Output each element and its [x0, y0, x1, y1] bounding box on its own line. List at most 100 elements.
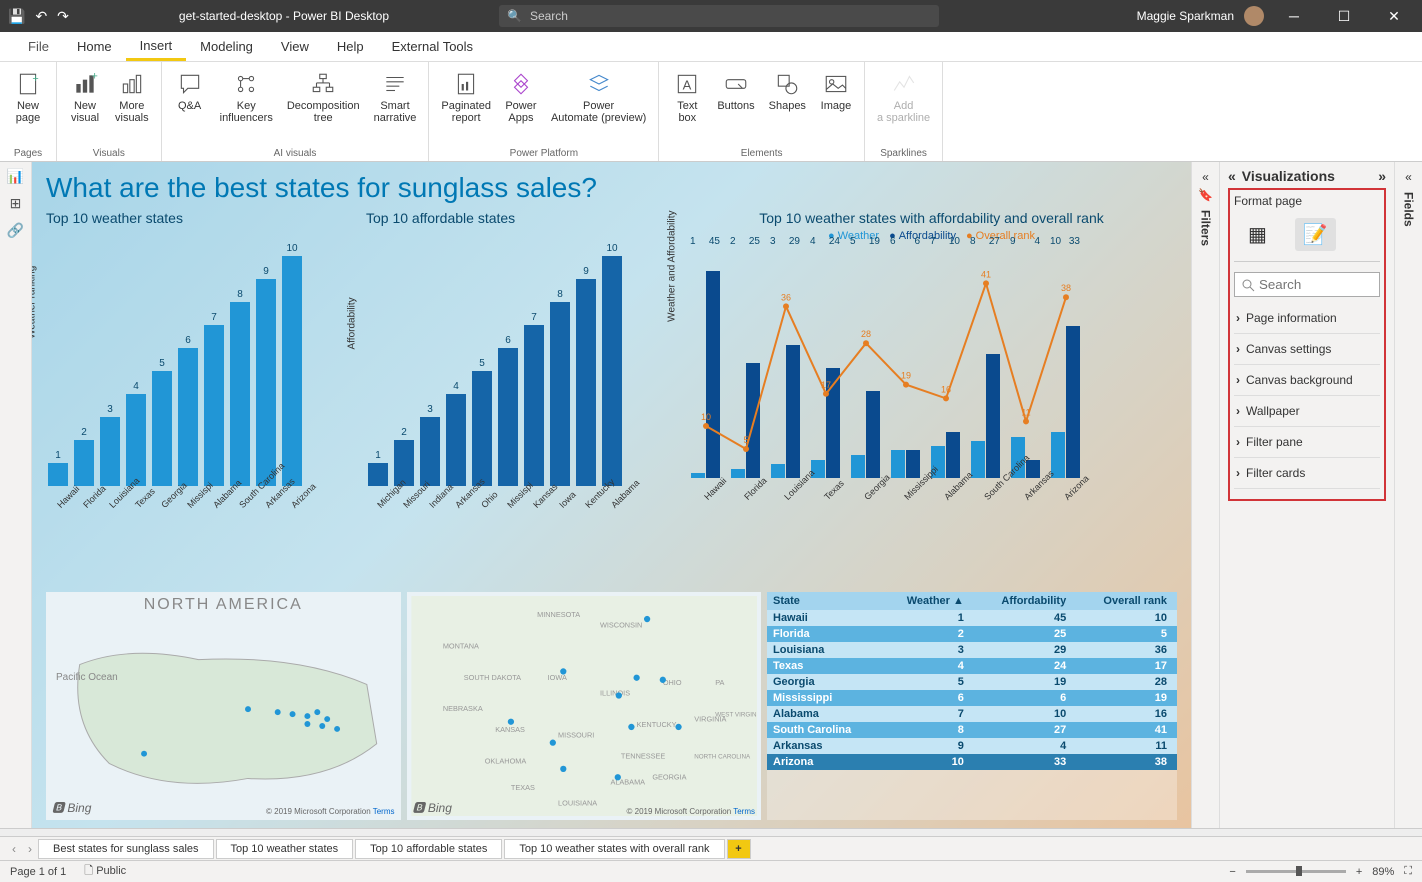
page-tab-0[interactable]: Best states for sunglass sales — [38, 839, 214, 859]
format-section-page-information[interactable]: Page information — [1234, 303, 1380, 334]
map-north-america[interactable]: NORTH AMERICA Pacific Ocean 🅱 Bing © 201… — [46, 592, 401, 820]
svg-text:NEBRASKA: NEBRASKA — [442, 704, 482, 713]
close-button[interactable]: ✕ — [1374, 8, 1414, 25]
menu-file[interactable]: File — [14, 32, 63, 61]
svg-text:TENNESSEE: TENNESSEE — [620, 751, 664, 760]
build-visual-icon[interactable]: ▦ — [1240, 218, 1275, 251]
th-overall-rank[interactable]: Overall rank — [1076, 592, 1177, 610]
fields-pane[interactable]: « Fields — [1394, 162, 1422, 828]
svg-text:WEST VIRGINIA: WEST VIRGINIA — [715, 711, 757, 718]
fields-collapse-icon[interactable]: « — [1405, 170, 1412, 184]
page-title: What are the best states for sunglass sa… — [46, 172, 1177, 204]
table-row[interactable]: South Carolina82741 — [767, 722, 1177, 738]
svg-text:KENTUCKY: KENTUCKY — [636, 720, 676, 729]
table-row[interactable]: Georgia51928 — [767, 674, 1177, 690]
menu-help[interactable]: Help — [323, 32, 378, 61]
collapse-icon[interactable]: « — [1202, 170, 1209, 184]
table-row[interactable]: Louisiana32936 — [767, 642, 1177, 658]
ribbon-add-a-sparkline: Adda sparkline — [871, 66, 936, 146]
ribbon-power-automate-preview-[interactable]: PowerAutomate (preview) — [545, 66, 652, 146]
ribbon-new-page[interactable]: +Newpage — [6, 66, 50, 146]
page-tab-3[interactable]: Top 10 weather states with overall rank — [504, 839, 724, 859]
map-us-states[interactable]: MONTANAMINNESOTAWISCONSINSOUTH DAKOTANEB… — [407, 592, 762, 820]
ribbon-more-visuals[interactable]: Morevisuals — [109, 66, 155, 146]
format-section-filter-cards[interactable]: Filter cards — [1234, 458, 1380, 489]
tab-next-icon[interactable]: › — [22, 842, 38, 856]
table-row[interactable]: Alabama71016 — [767, 706, 1177, 722]
th-weather[interactable]: Weather ▲ — [881, 592, 974, 610]
viz-expand-icon[interactable]: » — [1378, 168, 1386, 184]
chart-top10-weather[interactable]: Top 10 weather states Weather ranking 1H… — [46, 210, 346, 590]
table-row[interactable]: Hawaii14510 — [767, 610, 1177, 626]
svg-text:MISSOURI: MISSOURI — [558, 730, 594, 739]
menu-insert[interactable]: Insert — [126, 32, 187, 61]
data-view-icon[interactable]: ⊞ — [10, 195, 22, 212]
format-search-input[interactable] — [1234, 272, 1380, 297]
table-row[interactable]: Mississippi6619 — [767, 690, 1177, 706]
ribbon-power-apps[interactable]: PowerApps — [499, 66, 543, 146]
zoom-in-button[interactable]: + — [1356, 866, 1362, 878]
format-section-canvas-settings[interactable]: Canvas settings — [1234, 334, 1380, 365]
ribbon-q-a[interactable]: Q&A — [168, 66, 212, 146]
format-section-filter-pane[interactable]: Filter pane — [1234, 427, 1380, 458]
combo-bar-mississippi: 66Mississippi — [886, 236, 924, 502]
save-icon[interactable]: 💾 — [8, 8, 25, 25]
table-row[interactable]: Arkansas9411 — [767, 738, 1177, 754]
menu-external-tools[interactable]: External Tools — [378, 32, 487, 61]
report-canvas[interactable]: What are the best states for sunglass sa… — [32, 162, 1191, 828]
chart-top10-affordable[interactable]: Top 10 affordable states Affordability 1… — [366, 210, 666, 590]
table-row[interactable]: Texas42417 — [767, 658, 1177, 674]
viz-title: Visualizations — [1242, 168, 1378, 184]
main-area: 📊 ⊞ 🔗 What are the best states for sungl… — [0, 162, 1422, 828]
combo-bar-louisiana: 329Louisiana — [766, 236, 804, 502]
svg-text:LOUISIANA: LOUISIANA — [558, 799, 597, 808]
viz-collapse-icon[interactable]: « — [1228, 168, 1236, 184]
filters-pane[interactable]: « 🔖 Filters — [1191, 162, 1219, 828]
ribbon-image[interactable]: Image — [814, 66, 858, 146]
ribbon-paginated-report[interactable]: Paginatedreport — [435, 66, 497, 146]
format-section-wallpaper[interactable]: Wallpaper — [1234, 396, 1380, 427]
ribbon-text-box[interactable]: ATextbox — [665, 66, 709, 146]
fit-page-icon[interactable]: ⛶ — [1404, 865, 1412, 878]
add-page-button[interactable]: + — [727, 839, 751, 859]
format-section-canvas-background[interactable]: Canvas background — [1234, 365, 1380, 396]
th-affordability[interactable]: Affordability — [974, 592, 1076, 610]
table-row[interactable]: Florida2255 — [767, 626, 1177, 642]
model-view-icon[interactable]: 🔗 — [7, 222, 24, 239]
zoom-slider[interactable] — [1246, 870, 1346, 873]
bing-logo: 🅱 Bing — [52, 799, 91, 816]
page-tab-1[interactable]: Top 10 weather states — [216, 839, 354, 859]
report-view-icon[interactable]: 📊 — [7, 168, 24, 185]
ribbon-smart-narrative[interactable]: Smartnarrative — [368, 66, 423, 146]
data-table[interactable]: StateWeather ▲AffordabilityOverall rankH… — [767, 592, 1177, 820]
table-row[interactable]: Arizona103338 — [767, 754, 1177, 770]
zoom-out-button[interactable]: − — [1229, 866, 1235, 878]
ribbon-new-visual[interactable]: +Newvisual — [63, 66, 107, 146]
undo-icon[interactable]: ↶ — [35, 8, 47, 25]
combo-bar-texas: 424Texas — [806, 236, 844, 502]
menu-view[interactable]: View — [267, 32, 323, 61]
svg-text:KANSAS: KANSAS — [495, 725, 525, 734]
combo-bar-arizona: 1033Arizona — [1046, 236, 1084, 502]
ribbon: +NewpagePages+NewvisualMorevisualsVisual… — [0, 62, 1422, 162]
menu-home[interactable]: Home — [63, 32, 126, 61]
ribbon-shapes[interactable]: Shapes — [763, 66, 812, 146]
bar-georgia: 5Georgia — [150, 358, 174, 510]
minimize-button[interactable]: ─ — [1274, 8, 1314, 24]
avatar[interactable] — [1244, 6, 1264, 26]
page-tab-2[interactable]: Top 10 affordable states — [355, 839, 502, 859]
bar-florida: 2Florida — [72, 427, 96, 510]
ribbon-key-influencers[interactable]: Keyinfluencers — [214, 66, 279, 146]
tab-prev-icon[interactable]: ‹ — [6, 842, 22, 856]
ribbon-decomposition-tree[interactable]: Decompositiontree — [281, 66, 366, 146]
chart-combo[interactable]: Top 10 weather states with affordability… — [686, 210, 1177, 590]
search-box[interactable]: 🔍 Search — [499, 5, 939, 27]
th-state[interactable]: State — [767, 592, 881, 610]
ribbon-buttons[interactable]: Buttons — [711, 66, 760, 146]
format-page-icon[interactable]: 📝 — [1295, 218, 1336, 251]
redo-icon[interactable]: ↷ — [57, 8, 69, 25]
bar-alabama: 10Alabama — [600, 243, 624, 510]
page-tabs: ‹ › Best states for sunglass salesTop 10… — [0, 836, 1422, 860]
maximize-button[interactable]: ☐ — [1324, 8, 1364, 25]
menu-modeling[interactable]: Modeling — [186, 32, 267, 61]
